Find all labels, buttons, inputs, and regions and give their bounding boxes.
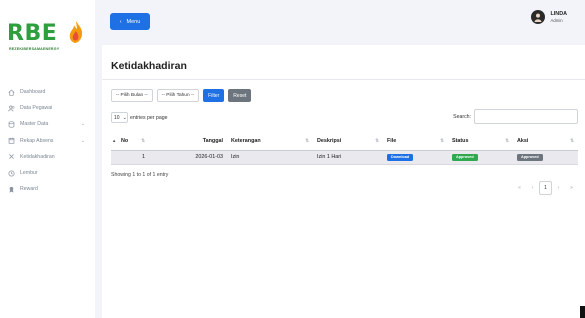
cell-keterangan: Izin xyxy=(227,150,313,165)
cell-deskripsi: Izin 1 Hari xyxy=(313,150,383,165)
sort-icon: ⇅ xyxy=(570,138,574,143)
last-page-button[interactable]: » xyxy=(565,181,578,195)
chevron-down-icon: ⌄ xyxy=(122,114,127,121)
database-icon xyxy=(8,121,15,128)
column-header-label: No xyxy=(121,138,129,145)
logo-text: RBE xyxy=(7,21,58,46)
menu-toggle-button[interactable]: ‹ Menu xyxy=(110,13,150,30)
clock-icon xyxy=(8,170,15,177)
user-menu[interactable]: LINDA Admin xyxy=(530,10,567,24)
sidebar-nav: Dashboard Data Pegawai Master Data ⌄ Rek… xyxy=(0,84,95,197)
sidebar-item-reward[interactable]: Reward xyxy=(0,181,95,197)
sidebar-item-ketidakhadiran[interactable]: Ketidakhadiran xyxy=(0,149,95,165)
column-header-label: Tanggal xyxy=(202,138,223,145)
cell-no: 1 xyxy=(111,150,149,165)
sidebar-item-label: Dashboard xyxy=(20,89,46,96)
column-header-file[interactable]: File ⇅ xyxy=(383,133,448,151)
sidebar-item-label: Ketidakhadiran xyxy=(20,153,55,160)
column-header-keterangan[interactable]: Keterangan ⇅ xyxy=(227,133,313,151)
x-icon xyxy=(8,153,15,160)
cell-aksi: Approved xyxy=(513,150,578,165)
download-button[interactable]: Download xyxy=(387,153,414,161)
absence-table: ▴ No ⇅ Tanggal Keterangan ⇅ Deskripsi ⇅ … xyxy=(111,133,578,165)
user-role: Admin xyxy=(550,17,563,23)
sidebar-item-master-data[interactable]: Master Data ⌄ xyxy=(0,116,95,132)
column-header-label: Deskripsi xyxy=(317,138,342,145)
avatar xyxy=(530,10,545,24)
column-header-deskripsi[interactable]: Deskripsi ⇅ xyxy=(313,133,383,151)
first-page-button[interactable]: « xyxy=(513,181,526,195)
home-icon xyxy=(8,89,15,96)
sort-icon: ⇅ xyxy=(440,138,444,143)
table-info: Showing 1 to 1 of 1 entry xyxy=(111,172,169,178)
sort-icon: ⇅ xyxy=(305,138,309,143)
prev-page-button[interactable]: ‹ xyxy=(526,181,539,195)
reset-button[interactable]: Reset xyxy=(228,89,252,102)
users-icon xyxy=(8,105,15,112)
status-badge: Approved xyxy=(452,153,478,161)
search-input[interactable] xyxy=(474,109,578,124)
next-page-button[interactable]: › xyxy=(552,181,565,195)
divider xyxy=(102,79,585,80)
sidebar-item-label: Reward xyxy=(20,186,38,193)
sidebar-item-lembur[interactable]: Lembur xyxy=(0,165,95,181)
column-header-no[interactable]: ▴ No ⇅ xyxy=(111,133,149,151)
sort-icon: ⇅ xyxy=(505,138,509,143)
chevron-down-icon: ⌄ xyxy=(80,121,85,128)
sidebar-item-label: Lembur xyxy=(20,170,38,177)
cell-file: Download xyxy=(383,150,448,165)
sidebar-item-label: Master Data xyxy=(20,121,49,128)
filter-button[interactable]: Filter xyxy=(203,89,225,102)
table-row: 1 2026-01-03 Izin Izin 1 Hari Download A… xyxy=(111,150,578,165)
sort-icon: ⇅ xyxy=(141,138,145,143)
search-label: Search: xyxy=(453,113,471,120)
sidebar-item-label: Data Pegawai xyxy=(20,105,53,112)
user-name: LINDA xyxy=(550,10,567,17)
sort-icon: ⇅ xyxy=(375,138,379,143)
page-button-current[interactable]: 1 xyxy=(539,181,552,195)
text-cursor-icon xyxy=(580,306,585,318)
entries-per-page: 10 ⌄ entries per page xyxy=(111,112,168,123)
chevron-left-icon: ‹ xyxy=(119,18,122,25)
menu-button-label: Menu xyxy=(126,18,141,25)
cell-tanggal: 2026-01-03 xyxy=(149,150,227,165)
column-header-tanggal[interactable]: Tanggal xyxy=(149,133,227,151)
sidebar-item-rekap-absens[interactable]: Rekap Absens ⌄ xyxy=(0,133,95,149)
brand-logo[interactable]: RBE REZEKIBERSAMAENERGY xyxy=(7,21,89,51)
action-badge[interactable]: Approved xyxy=(517,153,543,161)
user-info: LINDA Admin xyxy=(551,11,567,24)
filter-bar: -- Pilih Bulan -- -- Pilih Tahun -- Filt… xyxy=(111,89,252,102)
column-header-aksi[interactable]: Aksi ⇅ xyxy=(513,133,578,151)
award-icon xyxy=(8,186,15,193)
cell-status: Approved xyxy=(448,150,513,165)
chevron-down-icon: ⌄ xyxy=(80,137,85,144)
content-card: Ketidakhadiran -- Pilih Bulan -- -- Pili… xyxy=(102,45,585,318)
sidebar: RBE REZEKIBERSAMAENERGY Dashboard Data P… xyxy=(0,0,95,318)
column-header-label: Status xyxy=(452,138,469,145)
year-select[interactable]: -- Pilih Tahun -- xyxy=(156,89,200,102)
page-title: Ketidakhadiran xyxy=(111,60,187,72)
logo-tagline: REZEKIBERSAMAENERGY xyxy=(9,47,60,51)
search-box: Search: xyxy=(453,109,578,124)
column-header-label: Keterangan xyxy=(231,138,261,145)
table-header-row: ▴ No ⇅ Tanggal Keterangan ⇅ Deskripsi ⇅ … xyxy=(111,133,578,151)
flame-icon xyxy=(69,21,83,43)
calendar-icon xyxy=(8,137,15,144)
column-header-label: Aksi xyxy=(517,138,529,145)
entries-select-value: 10 xyxy=(114,114,120,121)
sidebar-item-dashboard[interactable]: Dashboard xyxy=(0,84,95,100)
column-header-label: File xyxy=(387,138,397,145)
sidebar-item-label: Rekap Absens xyxy=(20,137,54,144)
sort-icon: ▴ xyxy=(113,138,116,143)
column-header-status[interactable]: Status ⇅ xyxy=(448,133,513,151)
sidebar-item-data-pegawai[interactable]: Data Pegawai xyxy=(0,100,95,116)
pagination: « ‹ 1 › » xyxy=(513,181,578,195)
entries-label: entries per page xyxy=(130,114,168,121)
entries-select[interactable]: 10 ⌄ xyxy=(111,112,128,123)
month-select[interactable]: -- Pilih Bulan -- xyxy=(111,89,153,102)
